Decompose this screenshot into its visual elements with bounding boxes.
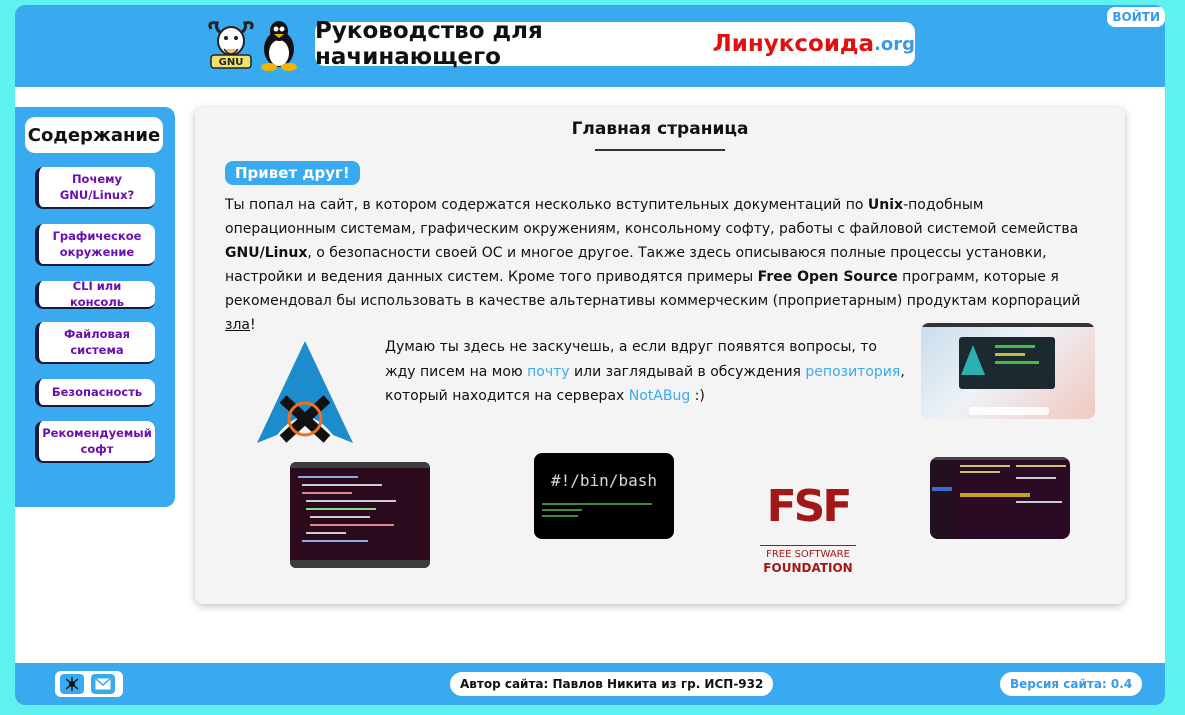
desktop-screenshot-image [921,323,1095,419]
site-title: Руководство для начинающего Линуксоида .… [315,18,915,70]
page-frame: ВОЙТИ GNU Руководство для начинающего Ли… [15,5,1165,705]
fsf-logo-line2: FOUNDATION [763,561,853,575]
arch-x11-logo-icon [257,341,353,443]
intro-evil-link[interactable]: зла [225,317,250,333]
intro-text-1: Ты попал на сайт, в котором содержатся н… [225,197,868,213]
notabug-link[interactable]: NotABug [629,388,690,404]
sidebar-item-software[interactable]: Рекомендуемый софт [35,421,155,463]
intro-bold-foss: Free Open Source [757,269,898,285]
site-title-domain: .org [874,33,915,55]
sidebar-item-filesystem[interactable]: Файловая система [35,322,155,364]
intro-paragraph: Ты попал на сайт, в котором содержатся н… [225,193,1095,337]
gnu-logo-icon: GNU [208,21,254,69]
contact-text-2: или заглядывай в обсуждения [569,363,806,380]
login-button[interactable]: ВОЙТИ [1107,7,1165,27]
code-editor-screenshot-image [290,462,430,568]
sidebar-item-security[interactable]: Безопасность [35,379,155,407]
footer-links [55,671,123,697]
bash-shebang-image: #!/bin/bash [534,453,674,539]
tux-logo-icon [261,21,297,71]
title-divider [595,149,725,151]
sidebar-title: Содержание [25,117,163,153]
intro-bold-gnu-linux: GNU/Linux [225,245,308,261]
footer: Автор сайта: Павлов Никита из гр. ИСП-93… [15,663,1165,705]
bash-shebang-text: #!/bin/bash [551,471,657,490]
page-title: Главная страница [571,119,749,139]
main-content: Главная страница Привет друг! Ты попал н… [195,107,1125,604]
sidebar-item-cli[interactable]: CLI или консоль [35,279,155,309]
contact-paragraph: Думаю ты здесь не заскучешь, а если вдру… [385,335,905,409]
version-badge: Версия сайта: 0.4 [1000,672,1143,696]
author-badge: Автор сайта: Павлов Никита из гр. ИСП-93… [450,672,774,696]
repository-link[interactable]: репозитория [805,364,900,380]
mail-icon[interactable] [91,674,115,694]
intro-bold-unix: Unix [867,197,904,213]
notabug-icon[interactable] [60,674,84,694]
mail-link[interactable]: почту [527,364,569,380]
fsf-logo-letters: FSF [766,481,853,532]
site-title-main: Руководство для начинающего [315,18,543,70]
intro-text-end: ! [249,317,256,333]
sidebar-item-gui[interactable]: Графическое окружение [35,224,155,266]
site-title-accent: Линуксоида [712,31,875,57]
greeting-badge: Привет друг! [225,161,360,185]
fsf-logo-rule [760,545,856,546]
sidebar-item-why-linux[interactable]: Почему GNU/Linux? [35,167,155,209]
gnu-label: GNU [219,57,244,68]
fsf-logo-line1: FREE SOFTWARE [766,549,850,560]
sidebar: Содержание Почему GNU/Linux? Графическое… [15,107,175,507]
header: ВОЙТИ GNU Руководство для начинающего Ли… [15,5,1165,87]
terminal-file-manager-image [930,457,1070,539]
contact-text-4: :) [690,388,705,404]
fsf-logo-image: FSF FREE SOFTWARE FOUNDATION [758,477,858,577]
